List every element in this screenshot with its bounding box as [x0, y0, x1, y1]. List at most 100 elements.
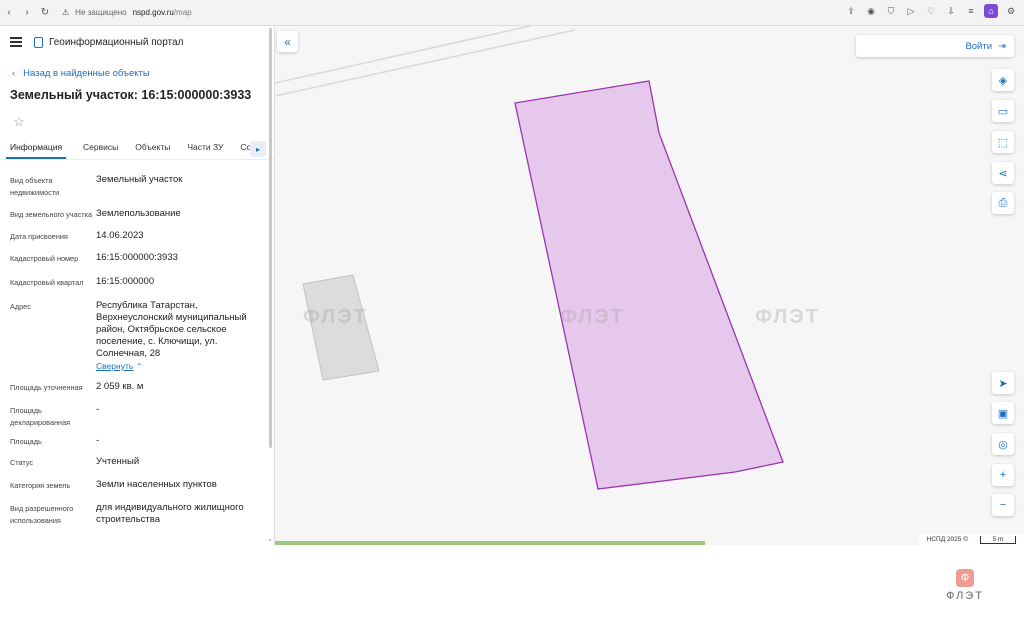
watermark-text: ФЛЭТ: [560, 306, 625, 328]
property-value: 16:15:000000: [96, 276, 155, 287]
property-key: Площадь: [10, 437, 42, 446]
property-row: Дата присвоения 14.06.2023: [10, 230, 260, 243]
property-key: Дата присвоения: [10, 232, 68, 241]
address-bar[interactable]: ⚠ Не защищено nspd.gov.ru/map: [62, 8, 192, 17]
share-icon: ⋖: [998, 167, 1008, 180]
property-value: -: [96, 404, 100, 415]
menu-icon[interactable]: ≡: [964, 4, 978, 18]
scale-bar: 5 m: [980, 535, 1016, 544]
map-canvas[interactable]: ФЛЭТ ФЛЭТ ФЛЭТ « Войти ⇥ ◈ ▭ ⬚ ⋖ ⎙ ➤ ▣ ◎…: [275, 26, 1024, 545]
reload-icon[interactable]: ↻: [36, 4, 54, 22]
navigation-arrow-icon: ➤: [998, 377, 1008, 390]
map-green-strip: [275, 541, 705, 545]
property-key: Вид земельного участка: [10, 210, 93, 219]
property-key: Вид объекта недвижимости: [10, 176, 60, 197]
plus-icon: +: [999, 469, 1007, 481]
share-icon[interactable]: ⇪: [844, 4, 858, 18]
portal-header[interactable]: Геоинформационный портал: [34, 36, 184, 48]
layers-button[interactable]: ◈: [992, 69, 1014, 91]
property-value: -: [96, 435, 100, 446]
insecure-label: Не защищено: [75, 8, 127, 17]
download-icon[interactable]: ⇩: [944, 4, 958, 18]
settings-icon[interactable]: ⚙: [1004, 4, 1018, 18]
locate-button[interactable]: ➤: [992, 372, 1014, 394]
ruler-icon: ▭: [997, 105, 1009, 118]
address-value: Республика Татарстан, Верхнеуслонский му…: [96, 300, 247, 359]
url-host: nspd.gov.ru: [132, 8, 174, 17]
scroll-down-arrow-icon[interactable]: ⌄: [267, 535, 273, 543]
property-key: Адрес: [10, 302, 31, 311]
road-line: [275, 26, 531, 84]
location-pin-icon: ◎: [998, 438, 1008, 451]
property-key: Кадастровый квартал: [10, 278, 84, 287]
property-value: для индивидуального жилищного строительс…: [96, 502, 244, 525]
property-row: Кадастровый квартал 16:15:000000: [10, 276, 260, 289]
zoom-in-button[interactable]: +: [992, 464, 1014, 486]
minus-icon: −: [999, 499, 1007, 511]
forward-arrow-icon[interactable]: ›: [18, 4, 36, 22]
property-key: Вид разрешенного использования: [10, 504, 74, 525]
chevron-left-icon: ‹: [12, 67, 16, 79]
attribution-text: НСПД 2025 ©: [926, 536, 968, 543]
login-label: Войти: [965, 40, 993, 52]
info-panel: Геоинформационный портал ‹ Назад в найде…: [0, 26, 275, 545]
print-button[interactable]: ⎙: [992, 192, 1014, 214]
favorite-star-icon[interactable]: ☆: [13, 114, 274, 130]
tab-parts[interactable]: Части ЗУ: [187, 138, 223, 159]
property-row: Площадь -: [10, 435, 260, 448]
tab-bar: Информация Сервисы Объекты Части ЗУ Сост…: [0, 138, 274, 160]
property-list: Вид объекта недвижимости Земельный участ…: [10, 174, 260, 535]
tab-information[interactable]: Информация: [6, 138, 67, 159]
property-value: 2 059 кв. м: [96, 381, 144, 392]
share-button[interactable]: ⋖: [992, 162, 1014, 184]
chevron-up-icon: ⌃: [135, 362, 143, 371]
property-value: Земли населенных пунктов: [96, 479, 217, 490]
property-value: Земельный участок: [96, 174, 183, 185]
property-row: Вид земельного участка Землепользование: [10, 208, 260, 221]
minimap-button[interactable]: ▣: [992, 402, 1014, 424]
collapse-panel-button[interactable]: «: [277, 31, 298, 52]
watermark-text: ФЛЭТ: [303, 306, 368, 328]
sidebar-scrollbar[interactable]: [269, 28, 272, 448]
heart-icon[interactable]: ♡: [924, 4, 938, 18]
login-button[interactable]: Войти ⇥: [856, 35, 1014, 57]
shield-icon[interactable]: ⛉: [884, 4, 898, 18]
map-layer: [275, 26, 784, 490]
tab-objects[interactable]: Объекты: [135, 138, 170, 159]
collapse-link[interactable]: Свернуть: [96, 361, 133, 371]
url-path: /map: [173, 8, 192, 17]
measure-button[interactable]: ▭: [992, 100, 1014, 122]
brand-logo: Ф ФЛЭТ: [938, 569, 992, 602]
tabs-next-arrow-icon[interactable]: ▸: [250, 141, 266, 157]
property-value: Землепользование: [96, 208, 181, 219]
layers-icon: ◈: [998, 74, 1008, 87]
road-line: [275, 29, 576, 97]
land-parcel[interactable]: [514, 80, 784, 490]
geolocation-button[interactable]: ◎: [992, 433, 1014, 455]
property-value: 14.06.2023: [96, 230, 144, 241]
back-to-results-link[interactable]: ‹ Назад в найденные объекты: [12, 66, 274, 80]
extension-icon[interactable]: ⌂: [984, 4, 998, 18]
property-key: Площадь уточненная: [10, 383, 83, 392]
portal-title: Геоинформационный портал: [49, 36, 184, 48]
property-row: Категория земель Земли населенных пункто…: [10, 479, 260, 492]
back-label: Назад в найденные объекты: [23, 67, 150, 79]
back-arrow-icon[interactable]: ‹: [0, 4, 18, 22]
hamburger-menu-icon[interactable]: [10, 37, 22, 47]
property-key: Статус: [10, 458, 34, 467]
brand-name: ФЛЭТ: [946, 590, 984, 602]
property-key: Площадь декларированная: [10, 406, 71, 427]
property-row: Вид разрешенного использования для индив…: [10, 502, 260, 527]
property-row: Кадастровый номер 16:15:000000:3933: [10, 252, 260, 265]
property-row: Адрес Республика Татарстан, Верхнеуслонс…: [10, 300, 260, 373]
play-icon[interactable]: ▷: [904, 4, 918, 18]
select-area-button[interactable]: ⬚: [992, 131, 1014, 153]
browser-toolbar: ‹ › ↻ ⚠ Не защищено nspd.gov.ru/map ⇪ ◉ …: [0, 0, 1024, 26]
zoom-out-button[interactable]: −: [992, 494, 1014, 516]
select-area-icon: ⬚: [997, 136, 1009, 149]
brand-badge-icon: Ф: [956, 569, 974, 587]
portal-logo-icon: [34, 36, 43, 48]
camera-icon[interactable]: ◉: [864, 4, 878, 18]
property-key: Категория земель: [10, 481, 71, 490]
tab-services[interactable]: Сервисы: [83, 138, 118, 159]
